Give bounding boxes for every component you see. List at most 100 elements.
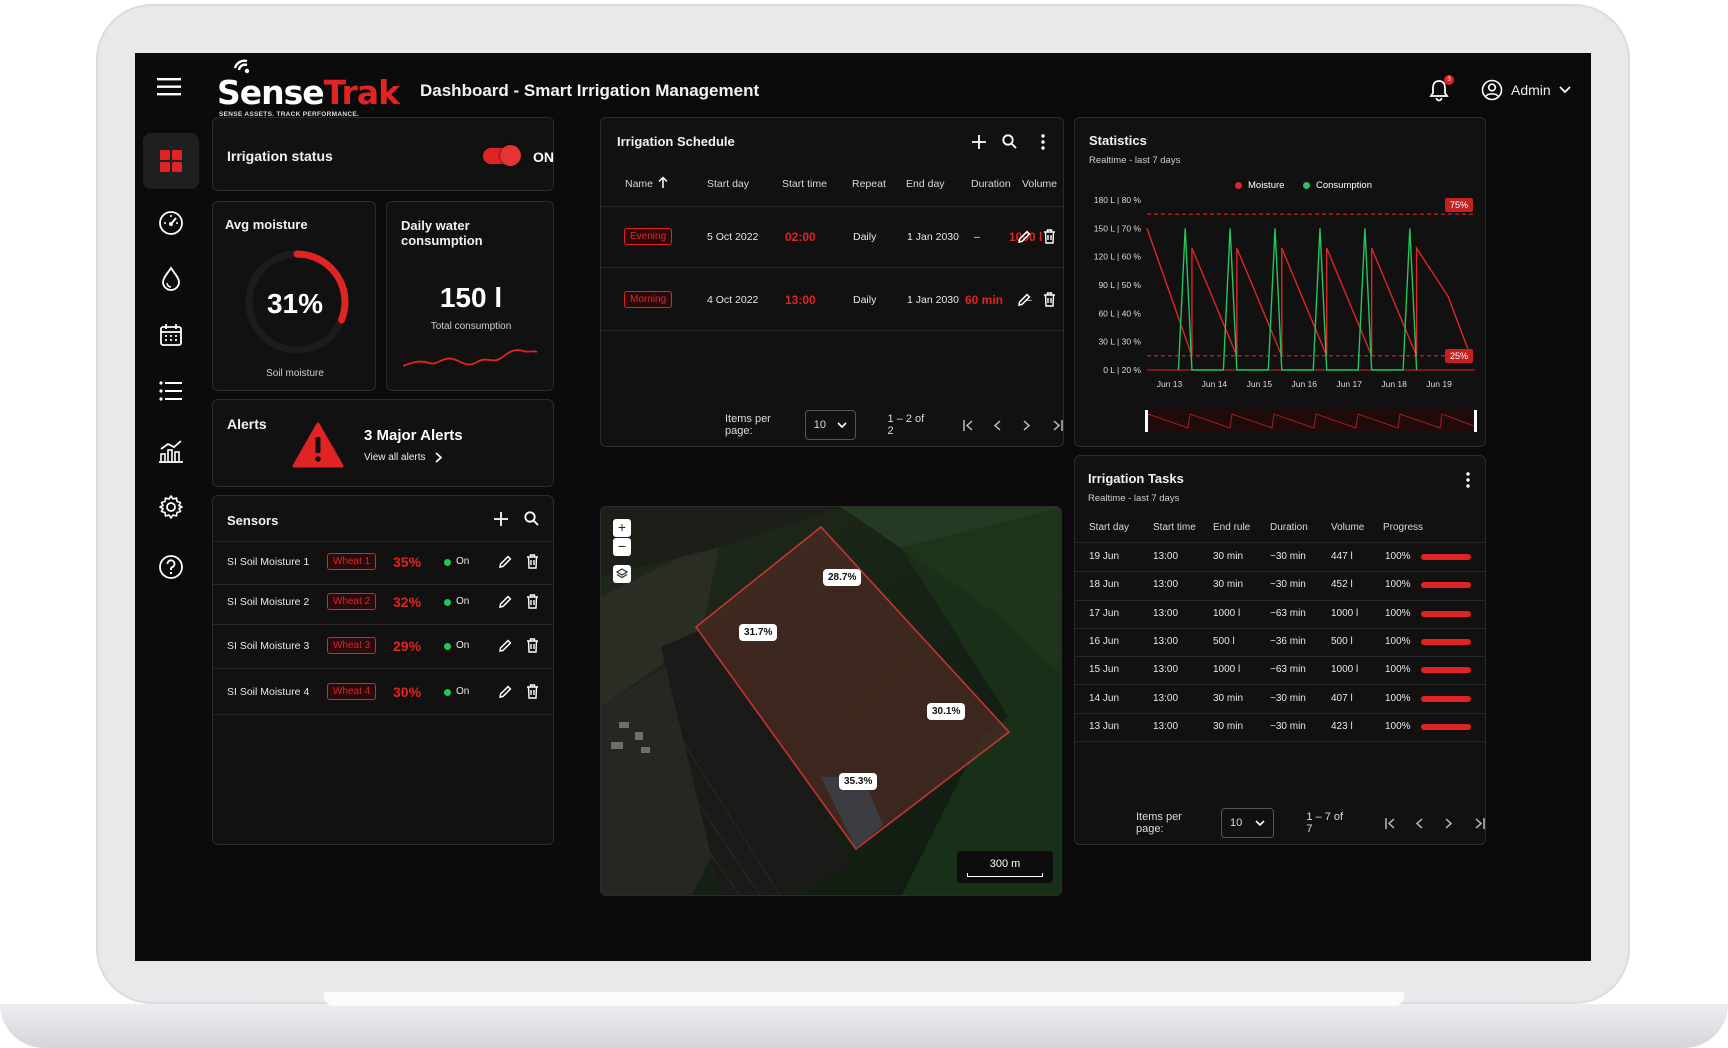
- divider: [213, 668, 553, 669]
- divider: [1075, 741, 1485, 743]
- task-progress-bar: [1421, 582, 1471, 589]
- y-tick-label: 30 L | 30 %: [1098, 337, 1141, 347]
- task-progress-bar: [1421, 695, 1471, 702]
- add-sensor-icon[interactable]: [494, 512, 508, 526]
- sensor-name: SI Soil Moisture 3: [227, 640, 310, 652]
- column-header-end-rule[interactable]: End rule: [1213, 522, 1250, 533]
- task-duration: ~30 min: [1270, 579, 1306, 591]
- next-page-icon[interactable]: [1445, 817, 1452, 829]
- sensor-row[interactable]: SI Soil Moisture 4 Wheat 4 30% On: [213, 670, 553, 714]
- last-page-icon[interactable]: [1052, 419, 1063, 431]
- column-header-name[interactable]: Name: [625, 178, 653, 190]
- delete-icon[interactable]: [526, 684, 539, 699]
- alerts-card: Alerts 3 Major Alerts View all alerts: [212, 399, 554, 487]
- search-sensor-icon[interactable]: [524, 511, 539, 526]
- task-time: 13:00: [1153, 607, 1179, 619]
- first-page-icon[interactable]: [963, 419, 974, 431]
- column-header-repeat[interactable]: Repeat: [852, 178, 886, 190]
- delete-icon[interactable]: [1043, 229, 1056, 244]
- map-moisture-label[interactable]: 35.3%: [839, 773, 878, 790]
- sidebar-item-water[interactable]: [143, 251, 199, 307]
- edit-icon[interactable]: [498, 595, 512, 609]
- chart-range-slider[interactable]: [1145, 410, 1477, 432]
- schedule-row[interactable]: Morning 4 Oct 2022 13:00 Daily 1 Jan 203…: [601, 268, 1063, 330]
- field-map[interactable]: + − 28.7% 31.7% 30.1% 35.3% 300 m: [600, 506, 1062, 896]
- sidebar-item-list[interactable]: [143, 363, 199, 419]
- schedule-row[interactable]: Evening 5 Oct 2022 02:00 Daily 1 Jan 203…: [601, 207, 1063, 267]
- edit-icon[interactable]: [1017, 293, 1031, 307]
- sensetrak-logo[interactable]: SenseTrak SENSE ASSETS. TRACK PERFORMANC…: [217, 59, 400, 121]
- task-progress: 100%: [1385, 607, 1411, 619]
- sidebar-item-analytics[interactable]: [143, 423, 199, 479]
- map-moisture-label[interactable]: 31.7%: [739, 624, 778, 641]
- edit-icon[interactable]: [498, 555, 512, 569]
- delete-icon[interactable]: [526, 554, 539, 569]
- menu-icon[interactable]: [157, 77, 183, 97]
- task-row[interactable]: 13 Jun 13:00 30 min ~30 min 423 l 100%: [1075, 713, 1485, 743]
- task-rule: 30 min: [1213, 720, 1244, 732]
- zoom-out-button[interactable]: −: [613, 538, 631, 556]
- task-row[interactable]: 16 Jun 13:00 500 l ~36 min 500 l 100%: [1075, 628, 1485, 658]
- delete-icon[interactable]: [1043, 292, 1056, 307]
- last-page-icon[interactable]: [1474, 817, 1485, 829]
- more-options-icon[interactable]: [1041, 134, 1045, 150]
- user-menu[interactable]: Admin: [1481, 79, 1571, 101]
- zoom-in-button[interactable]: +: [613, 519, 631, 537]
- add-schedule-icon[interactable]: [972, 135, 986, 149]
- edit-icon[interactable]: [498, 685, 512, 699]
- task-row[interactable]: 18 Jun 13:00 30 min ~30 min 452 l 100%: [1075, 571, 1485, 601]
- layers-button[interactable]: [613, 565, 631, 583]
- sensor-row[interactable]: SI Soil Moisture 1 Wheat 1 35% On: [213, 542, 553, 584]
- previous-page-icon[interactable]: [1416, 817, 1423, 829]
- map-moisture-label[interactable]: 28.7%: [823, 569, 862, 586]
- sidebar-item-monitoring[interactable]: [143, 195, 199, 251]
- column-header-start-time[interactable]: Start time: [782, 178, 827, 190]
- divider: [601, 330, 1063, 331]
- column-header-start-day[interactable]: Start day: [1089, 522, 1129, 533]
- delete-icon[interactable]: [526, 638, 539, 653]
- task-rule: 500 l: [1213, 635, 1235, 647]
- previous-page-icon[interactable]: [994, 419, 1001, 431]
- column-header-volume[interactable]: Volume: [1331, 522, 1364, 533]
- next-page-icon[interactable]: [1023, 419, 1030, 431]
- column-header-volume[interactable]: Volume: [1022, 178, 1057, 190]
- edit-icon[interactable]: [498, 639, 512, 653]
- task-row[interactable]: 19 Jun 13:00 30 min ~30 min 447 l 100%: [1075, 543, 1485, 573]
- sidebar-item-settings[interactable]: [143, 479, 199, 535]
- tasks-subtitle: Realtime - last 7 days: [1088, 493, 1180, 504]
- map-moisture-label[interactable]: 30.1%: [927, 703, 966, 720]
- sort-ascending-icon[interactable]: [658, 176, 668, 189]
- view-all-alerts-link[interactable]: View all alerts: [364, 452, 442, 463]
- column-header-duration[interactable]: Duration: [971, 178, 1011, 190]
- more-options-icon[interactable]: [1466, 472, 1470, 488]
- delete-icon[interactable]: [526, 594, 539, 609]
- statistics-chart: 180 L | 80 % 150 L | 70 % 120 L | 60 % 90 L…: [1094, 195, 1475, 389]
- first-page-icon[interactable]: [1385, 817, 1396, 829]
- sensor-row[interactable]: SI Soil Moisture 3 Wheat 3 29% On: [213, 626, 553, 668]
- irrigation-toggle[interactable]: [483, 145, 521, 166]
- sidebar-item-help[interactable]: [143, 539, 199, 595]
- sidebar-item-schedule[interactable]: [143, 307, 199, 363]
- sidebar-item-dashboard[interactable]: [143, 133, 199, 189]
- column-header-duration[interactable]: Duration: [1270, 522, 1308, 533]
- task-row[interactable]: 17 Jun 13:00 1000 l ~63 min 1000 l 100%: [1075, 600, 1485, 629]
- column-header-end-day[interactable]: End day: [906, 178, 945, 190]
- items-per-page-select[interactable]: 10: [804, 410, 856, 440]
- warning-icon: [292, 422, 344, 468]
- statistics-subtitle: Realtime - last 7 days: [1089, 155, 1181, 166]
- task-volume: 452 l: [1331, 579, 1353, 591]
- column-header-start-day[interactable]: Start day: [707, 178, 749, 190]
- column-header-progress[interactable]: Progress: [1383, 522, 1423, 533]
- search-schedule-icon[interactable]: [1002, 134, 1017, 149]
- task-row[interactable]: 14 Jun 13:00 30 min ~30 min 407 l 100%: [1075, 685, 1485, 714]
- task-duration: ~30 min: [1270, 692, 1306, 704]
- items-per-page-select[interactable]: 10: [1221, 808, 1275, 838]
- edit-icon[interactable]: [1017, 230, 1031, 244]
- calendar-icon: [159, 323, 183, 347]
- status-dot: [444, 559, 451, 566]
- sensor-row[interactable]: SI Soil Moisture 2 Wheat 2 32% On: [213, 583, 553, 623]
- task-row[interactable]: 15 Jun 13:00 1000 l ~63 min 1000 l 100%: [1075, 656, 1485, 686]
- column-header-start-time[interactable]: Start time: [1153, 522, 1196, 533]
- schedule-end-day: 1 Jan 2030: [907, 231, 959, 243]
- task-progress: 100%: [1385, 579, 1411, 591]
